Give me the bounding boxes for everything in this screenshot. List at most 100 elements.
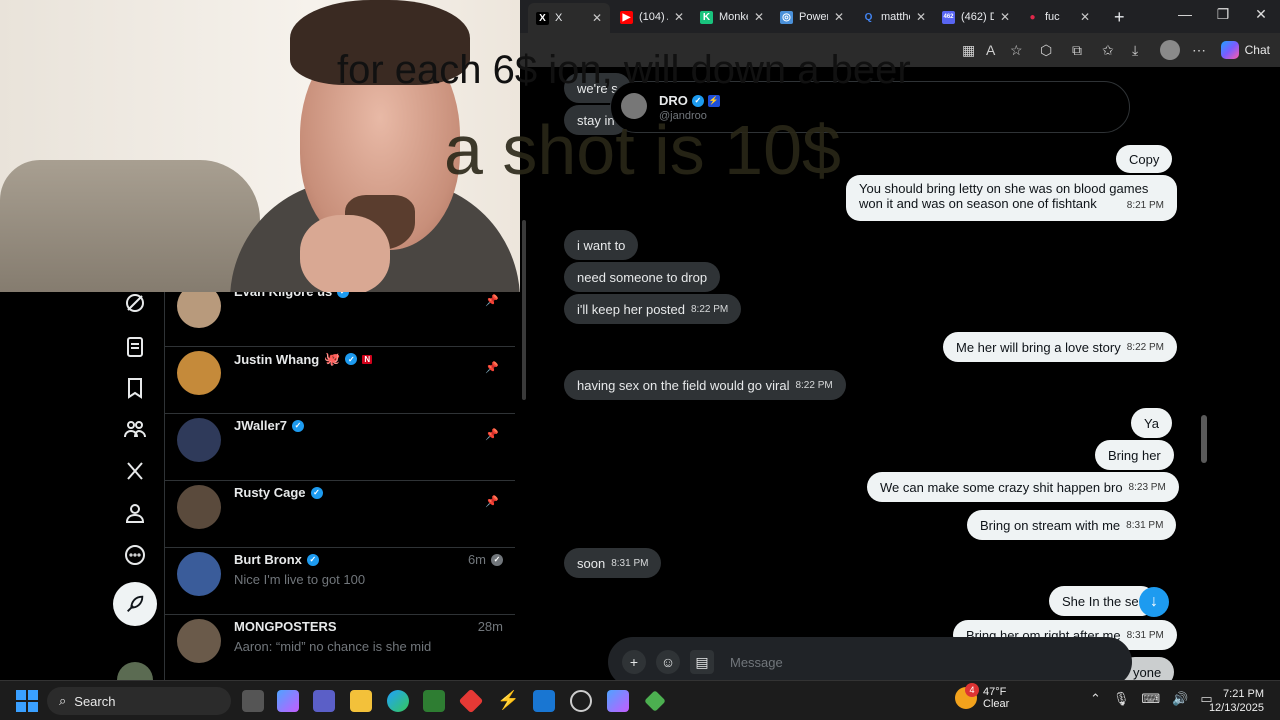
- message-preview: Aaron: “mid” no chance is she mid: [234, 639, 432, 654]
- microsoft-store-icon[interactable]: [423, 690, 445, 712]
- system-tray: ⌃ 🎙 ⌨ 🔊 ▭: [1090, 691, 1213, 707]
- tab-x[interactable]: X X ✕: [528, 3, 610, 33]
- minimize-icon[interactable]: —: [1170, 6, 1200, 22]
- app-icon-red[interactable]: [458, 688, 484, 714]
- more-menu-icon[interactable]: ⋯: [1192, 42, 1206, 59]
- taskbar-search-box[interactable]: ⌕ Search: [47, 687, 231, 715]
- message-time: 8:21 PM: [1126, 200, 1165, 211]
- network-icon[interactable]: ⌨: [1141, 691, 1160, 707]
- new-tab-button[interactable]: +: [1106, 4, 1132, 30]
- lightning-app-icon[interactable]: ⚡: [497, 690, 519, 712]
- affiliate-badge-icon: ⚡: [707, 94, 720, 107]
- microphone-icon[interactable]: 🎙: [1113, 691, 1130, 707]
- message-incoming: having sex on the field would go viral 8:…: [564, 370, 846, 400]
- search-icon: Q: [864, 11, 873, 23]
- weather-widget[interactable]: 4 47°F Clear: [955, 683, 1009, 710]
- gif-icon[interactable]: ▤: [690, 650, 714, 674]
- edge-browser-icon[interactable]: [387, 690, 409, 712]
- message-incoming: need someone to drop: [564, 262, 721, 292]
- contact-name-row: DRO ✓ ⚡: [659, 93, 720, 108]
- scroll-to-bottom-button[interactable]: ↓: [1139, 587, 1169, 617]
- plus-icon: +: [1114, 6, 1125, 27]
- windows-start-icon[interactable]: [16, 690, 38, 712]
- close-window-icon[interactable]: ✕: [1246, 6, 1276, 23]
- weather-temp: 47°F: [983, 686, 1007, 698]
- close-tab-icon[interactable]: ✕: [916, 10, 926, 24]
- mail-icon[interactable]: [533, 690, 555, 712]
- conversation-list-scrollbar[interactable]: [522, 220, 526, 400]
- contact-name: Rusty Cage: [234, 485, 306, 500]
- teams-icon[interactable]: [313, 690, 335, 712]
- tab-title: fuc: [1045, 11, 1060, 23]
- communities-icon[interactable]: [118, 412, 152, 446]
- avatar: [177, 552, 221, 596]
- weather-text: 47°F Clear: [983, 686, 1009, 710]
- bookmark-icon[interactable]: [118, 371, 152, 405]
- tab-monkey[interactable]: K Monkey ✕: [692, 4, 772, 30]
- message-incoming: i want to: [564, 230, 639, 260]
- lists-icon[interactable]: [118, 330, 152, 364]
- tab-title: matthe: [881, 11, 910, 23]
- conversation-item[interactable]: JWaller7 ✓ 📌: [165, 414, 515, 481]
- tab-youtube[interactable]: ▶ (104) AI ✕: [612, 4, 692, 30]
- chat-scrollbar[interactable]: [1201, 415, 1207, 463]
- close-tab-icon[interactable]: ✕: [674, 10, 684, 24]
- chevron-up-icon[interactable]: ⌃: [1090, 691, 1101, 707]
- search-label: Search: [74, 693, 116, 709]
- message-text: having sex on the field would go viral: [577, 377, 790, 393]
- profile-avatar[interactable]: [1160, 40, 1180, 60]
- apps-icon[interactable]: ▦: [962, 42, 975, 59]
- compose-post-button[interactable]: [113, 582, 157, 626]
- extensions-icon[interactable]: ⬡: [1040, 42, 1052, 59]
- message-time: 8:22 PM: [1126, 341, 1164, 353]
- taskbar-clock[interactable]: 7:21 PM 12/13/2025: [1209, 687, 1264, 715]
- app-icon-green[interactable]: [644, 690, 666, 712]
- copilot-chat-button[interactable]: Chat: [1220, 39, 1270, 61]
- task-view-icon[interactable]: [242, 690, 264, 712]
- conversation-item[interactable]: Justin Whang 🐙 ✓ N 📌: [165, 347, 515, 414]
- profile-icon[interactable]: [118, 496, 152, 530]
- volume-icon[interactable]: 🔊: [1172, 691, 1188, 707]
- read-aloud-icon[interactable]: A: [986, 42, 995, 58]
- file-explorer-icon[interactable]: [350, 690, 372, 712]
- chrome-icon[interactable]: [570, 690, 592, 712]
- avatar: [177, 418, 221, 462]
- close-tab-icon[interactable]: ✕: [1000, 10, 1010, 24]
- copilot-app-icon[interactable]: [277, 690, 299, 712]
- more-icon[interactable]: [118, 538, 152, 572]
- message-input[interactable]: [730, 650, 1110, 674]
- weather-desc: Clear: [983, 698, 1010, 710]
- message-time: 8:31 PM: [611, 557, 649, 569]
- message-text: won it and was on season one of fishtank: [859, 196, 1097, 211]
- conversation-item[interactable]: Rusty Cage ✓ 📌: [165, 481, 515, 548]
- pin-icon: 📌: [485, 496, 499, 508]
- split-screen-icon[interactable]: ⧉: [1072, 42, 1082, 59]
- emoji-gif-icon[interactable]: ☺: [656, 650, 680, 674]
- close-tab-icon[interactable]: ✕: [834, 10, 844, 24]
- message-time: 8:31 PM: [1126, 629, 1164, 641]
- conversation-item[interactable]: Burt Bronx ✓ 6m ✓ Nice I'm live to got 1…: [165, 548, 515, 615]
- kick-icon: K: [700, 10, 713, 24]
- tab-power[interactable]: ◎ Powerc ✕: [772, 4, 852, 30]
- maximize-icon[interactable]: ❐: [1208, 6, 1238, 23]
- downloads-icon[interactable]: ⤓: [1132, 42, 1138, 59]
- close-tab-icon[interactable]: ✕: [592, 11, 602, 25]
- tab-search[interactable]: Q matthe ✕: [854, 4, 934, 30]
- close-tab-icon[interactable]: ✕: [1080, 10, 1090, 24]
- record-icon: ●: [1029, 11, 1036, 23]
- message-time: 8:31 PM: [1126, 519, 1164, 531]
- favorites-icon[interactable]: ✩: [1102, 42, 1114, 59]
- tab-title: Monkey: [719, 11, 748, 23]
- avatar: [177, 351, 221, 395]
- conversation-item[interactable]: MONGPOSTERS 28m Aaron: “mid” no chance i…: [165, 615, 515, 682]
- contact-name: DRO: [659, 93, 688, 108]
- tab-recording[interactable]: ● fuc ✕: [1018, 4, 1098, 30]
- add-media-icon[interactable]: +: [622, 650, 646, 674]
- tab-discord[interactable]: 462 (462) D ✕: [934, 4, 1018, 30]
- message-outgoing: You should bring letty on she was on blo…: [846, 175, 1178, 221]
- favorite-star-icon[interactable]: ☆: [1010, 42, 1023, 59]
- x-premium-icon[interactable]: [118, 454, 152, 488]
- copilot-icon[interactable]: [607, 690, 629, 712]
- close-tab-icon[interactable]: ✕: [754, 10, 764, 24]
- conversation-name: MONGPOSTERS: [234, 619, 337, 634]
